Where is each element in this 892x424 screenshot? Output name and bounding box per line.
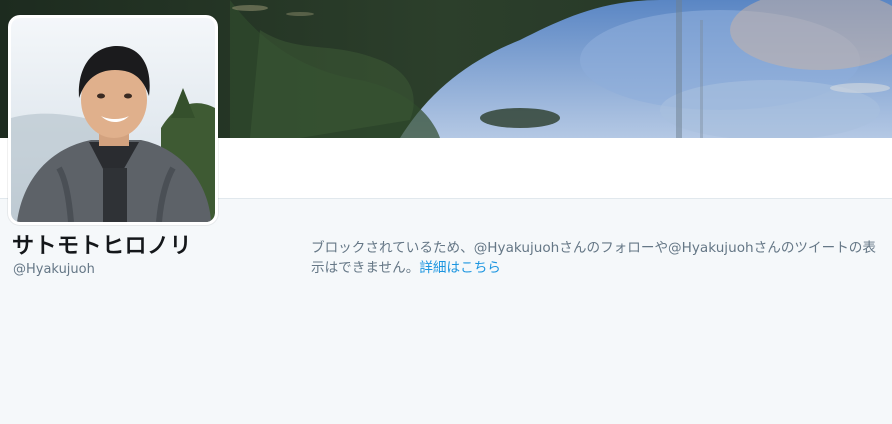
profile-handle[interactable]: @Hyakujuoh [13,262,95,278]
blocked-notice: ブロックされているため、@Hyakujuohさんのフォローや@Hyakujuoh… [311,238,889,278]
blocked-notice-text: ブロックされているため、@Hyakujuohさんのフォローや@Hyakujuoh… [311,240,876,276]
avatar-photo [11,18,215,222]
profile-display-name[interactable]: サトモトヒロノリ [12,232,192,262]
learn-more-link[interactable]: 詳細はこちら [419,260,501,276]
profile-avatar[interactable] [8,15,218,225]
